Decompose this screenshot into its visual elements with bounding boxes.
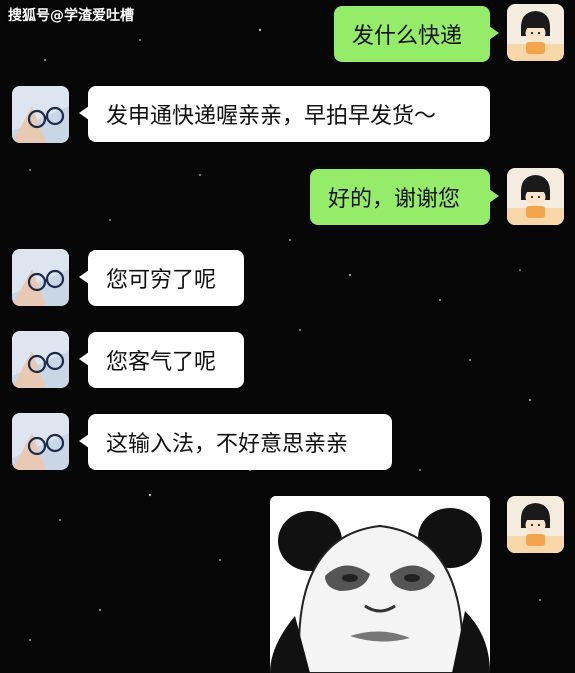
message-text: 您客气了呢 [106, 350, 217, 375]
message-bubble-self[interactable]: 好的，谢谢您 [310, 169, 499, 225]
glasses-photo-avatar[interactable] [12, 86, 69, 143]
panda-meme-sticker[interactable] [270, 496, 490, 673]
message-text: 发什么快递 [352, 24, 463, 49]
message-bubble-self[interactable]: 发什么快递 [334, 6, 499, 62]
watermark: 搜狐号@学渣爱吐槽 [8, 8, 134, 24]
message-bubble-other[interactable]: 发申通快递喔亲亲，早拍早发货～ [79, 86, 490, 142]
girl-cartoon-avatar[interactable] [507, 496, 564, 553]
message-text: 这输入法，不好意思亲亲 [106, 432, 349, 457]
message-bubble-other[interactable]: 这输入法，不好意思亲亲 [79, 414, 392, 470]
message-text: 您可穷了呢 [106, 268, 217, 293]
glasses-photo-avatar[interactable] [12, 249, 69, 306]
girl-cartoon-avatar[interactable] [507, 168, 564, 225]
message-text: 好的，谢谢您 [328, 187, 461, 212]
glasses-photo-avatar[interactable] [12, 413, 69, 470]
glasses-photo-avatar[interactable] [12, 331, 69, 388]
message-text: 发申通快递喔亲亲，早拍早发货～ [106, 104, 437, 129]
message-bubble-other[interactable]: 您可穷了呢 [79, 250, 244, 306]
message-bubble-other[interactable]: 您客气了呢 [79, 332, 244, 388]
girl-cartoon-avatar[interactable] [507, 4, 564, 61]
